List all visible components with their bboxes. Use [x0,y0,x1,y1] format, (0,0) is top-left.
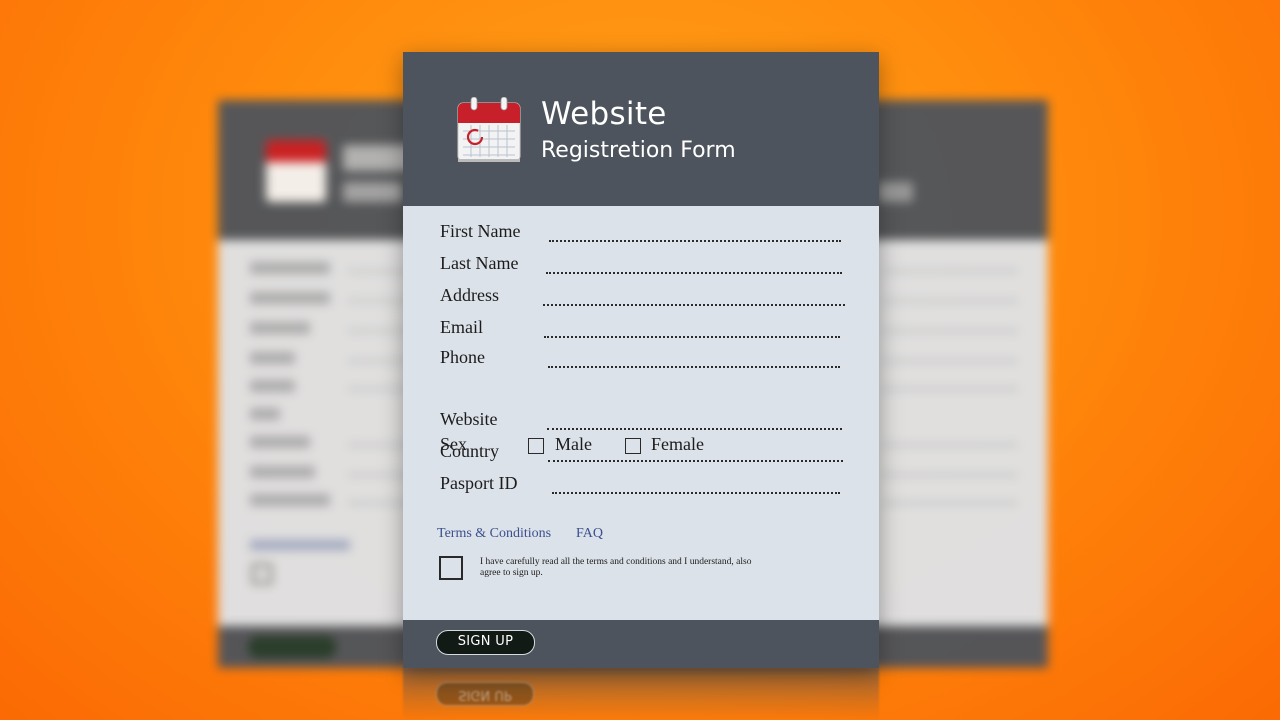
address-label: Address [440,285,499,305]
email-field[interactable]: Email [440,317,845,343]
background-label-blur [250,380,295,392]
last-name-field[interactable]: Last Name [440,253,845,279]
country-label: Country [440,441,500,461]
faq-link[interactable]: FAQ [576,526,603,542]
website-label: Website [440,409,498,429]
first-name-label: First Name [440,221,521,241]
last-name-label: Last Name [440,253,519,273]
background-label-blur [250,352,295,364]
background-line-blur [883,388,1018,390]
background-line-blur [883,474,1018,476]
background-subtitle-end-blur [878,182,913,202]
card-header: Website Registretion Form [403,52,879,206]
country-field[interactable]: Country [440,441,845,467]
background-label-blur [250,322,310,334]
email-input-line[interactable] [544,336,840,338]
page-title: Website [541,96,667,132]
signup-button[interactable]: SIGN UP [436,630,535,655]
last-name-input-line[interactable] [546,272,842,274]
passport-id-label: Pasport ID [440,473,518,493]
country-input-line[interactable] [548,460,843,462]
background-line-blur [883,360,1018,362]
background-subtitle-blur [343,182,403,202]
background-label-blur [250,292,330,304]
background-checkbox-blur [252,564,272,584]
website-input-line[interactable] [547,428,842,430]
background-line-blur [883,330,1018,332]
background-label-blur [250,436,310,448]
background-line-blur [883,300,1018,302]
website-field[interactable]: Website [440,409,845,435]
background-link-blur [250,540,350,550]
background-line-blur [883,502,1018,504]
calendar-icon [457,97,521,162]
agree-checkbox[interactable] [439,556,463,580]
background-line-blur [883,270,1018,272]
terms-conditions-link[interactable]: Terms & Conditions [437,526,551,542]
background-label-blur [250,466,315,478]
phone-field[interactable]: Phone [440,347,845,373]
background-button-blur [248,636,336,658]
email-label: Email [440,317,483,337]
passport-id-input-line[interactable] [552,492,840,494]
background-line-blur [883,444,1018,446]
card-reflection: SIGN UP [403,668,879,720]
address-field[interactable]: Address [440,285,845,311]
background-label-blur [250,494,330,506]
first-name-field[interactable]: First Name [440,221,845,247]
phone-label: Phone [440,347,485,367]
agree-text: I have carefully read all the terms and … [480,557,752,578]
background-label-blur [250,262,330,274]
background-label-blur [250,408,280,420]
registration-card: Website Registretion Form First Name Las… [403,52,879,668]
background-calendar-icon [266,140,326,202]
signup-button-reflection: SIGN UP [436,682,534,706]
page-subtitle: Registretion Form [541,138,736,163]
phone-input-line[interactable] [548,366,840,368]
passport-id-field[interactable]: Pasport ID [440,473,845,499]
card-footer: SIGN UP [403,620,879,668]
first-name-input-line[interactable] [549,240,841,242]
address-input-line[interactable] [543,304,845,306]
